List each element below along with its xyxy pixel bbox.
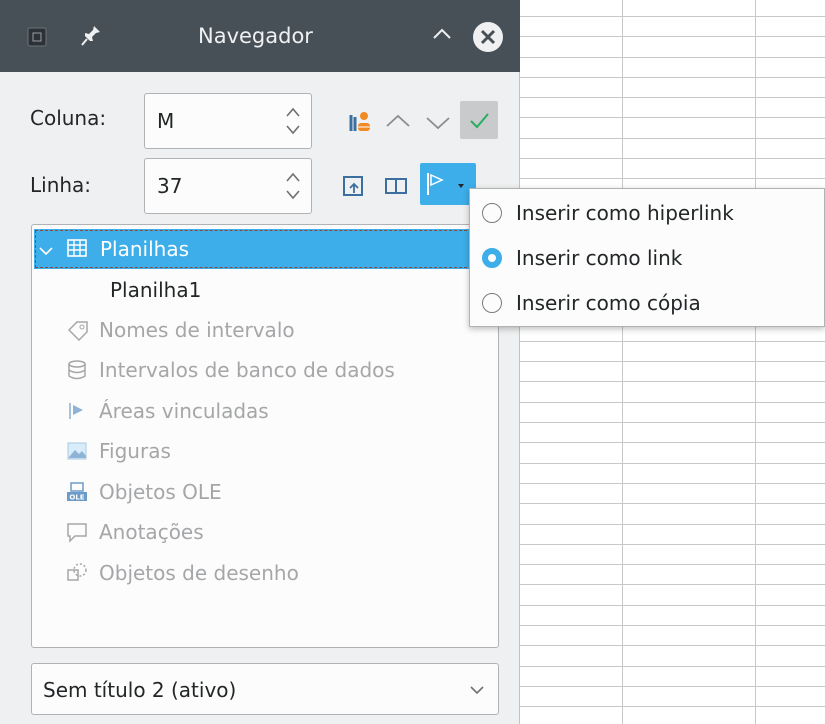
chevron-down-icon[interactable] [468, 682, 486, 701]
svg-text:OLE: OLE [69, 494, 84, 502]
menu-item-insert-as-copy[interactable]: Inserir como cópia [470, 281, 824, 326]
row-spinbox[interactable]: 37 [144, 158, 312, 214]
content-tree[interactable]: Planilhas Planilha1 Nomes de intervalo I… [31, 224, 499, 648]
radio-button-selected[interactable] [482, 248, 502, 268]
column-label: Coluna: [30, 106, 107, 130]
data-range-icon[interactable] [345, 107, 375, 137]
pin-icon[interactable] [80, 24, 102, 53]
database-icon [66, 359, 88, 386]
comment-icon [66, 521, 88, 548]
tree-item-sheet[interactable]: Planilha1 [32, 270, 498, 310]
tree-item-label: Nomes de intervalo [99, 318, 295, 342]
linked-area-icon [66, 400, 88, 427]
chevron-down-icon[interactable] [38, 240, 54, 264]
tag-icon [66, 319, 90, 346]
sheet-icon [66, 237, 88, 264]
next-icon[interactable] [424, 108, 452, 136]
tree-item-label: Objetos OLE [99, 480, 222, 504]
document-select[interactable]: Sem título 2 (ativo) [31, 663, 499, 715]
radio-button[interactable] [482, 293, 502, 313]
menu-item-label: Inserir como hiperlink [516, 201, 734, 225]
ole-object-icon: OLE [66, 481, 88, 508]
tree-item-linked-areas[interactable]: Áreas vinculadas [32, 391, 498, 431]
tree-item-range-names[interactable]: Nomes de intervalo [32, 310, 498, 350]
column-spinbox[interactable]: M [144, 93, 312, 149]
tree-item-label: Objetos de desenho [99, 561, 299, 585]
previous-icon[interactable] [384, 108, 412, 136]
flag-icon [427, 173, 464, 195]
grid-line [755, 0, 756, 724]
navigator-panel: Navegador Coluna: M Linha: 37 Planilhas … [0, 0, 520, 724]
menu-item-label: Inserir como link [516, 246, 683, 270]
menu-item-insert-as-hyperlink[interactable]: Inserir como hiperlink [470, 191, 824, 236]
document-select-value: Sem título 2 (ativo) [43, 678, 237, 702]
close-icon [480, 29, 496, 45]
drag-mode-menu: Inserir como hiperlink Inserir como link… [469, 188, 825, 327]
tree-item-label: Anotações [99, 520, 204, 544]
navigator-title: Navegador [198, 24, 313, 48]
dock-icon[interactable] [26, 26, 48, 53]
toggle-content-button[interactable] [460, 101, 498, 139]
tree-item-drawing-objects[interactable]: Objetos de desenho [32, 553, 498, 593]
tree-item-label: Figuras [99, 439, 171, 463]
drag-mode-button[interactable] [420, 163, 476, 205]
row-label: Linha: [30, 173, 92, 197]
tree-item-label: Planilhas [100, 237, 190, 261]
image-icon [66, 440, 88, 467]
tree-item-label: Intervalos de banco de dados [99, 358, 395, 382]
checkmark-icon [470, 113, 489, 129]
grid-line [622, 0, 623, 724]
book-icon[interactable] [382, 172, 410, 200]
tree-item-sheets[interactable]: Planilhas [34, 229, 498, 269]
radio-button[interactable] [482, 203, 502, 223]
menu-item-insert-as-link[interactable]: Inserir como link [470, 236, 824, 281]
drawing-object-icon [66, 562, 88, 589]
navigator-titlebar: Navegador [0, 0, 520, 72]
row-value[interactable]: 37 [157, 174, 182, 198]
close-button[interactable] [473, 22, 503, 52]
tree-item-images[interactable]: Figuras [32, 431, 498, 471]
toggle-scenarios-icon[interactable] [340, 172, 368, 200]
tree-item-comments[interactable]: Anotações [32, 512, 498, 552]
tree-item-database-ranges[interactable]: Intervalos de banco de dados [32, 350, 498, 390]
tree-item-ole-objects[interactable]: OLE Objetos OLE [32, 472, 498, 512]
spin-arrows-icon[interactable] [285, 102, 301, 140]
collapse-button[interactable] [430, 22, 454, 51]
tree-item-label: Áreas vinculadas [99, 399, 269, 423]
column-value[interactable]: M [157, 109, 174, 133]
menu-item-label: Inserir como cópia [516, 291, 701, 315]
tree-item-label: Planilha1 [110, 278, 202, 302]
spin-arrows-icon[interactable] [285, 167, 301, 205]
